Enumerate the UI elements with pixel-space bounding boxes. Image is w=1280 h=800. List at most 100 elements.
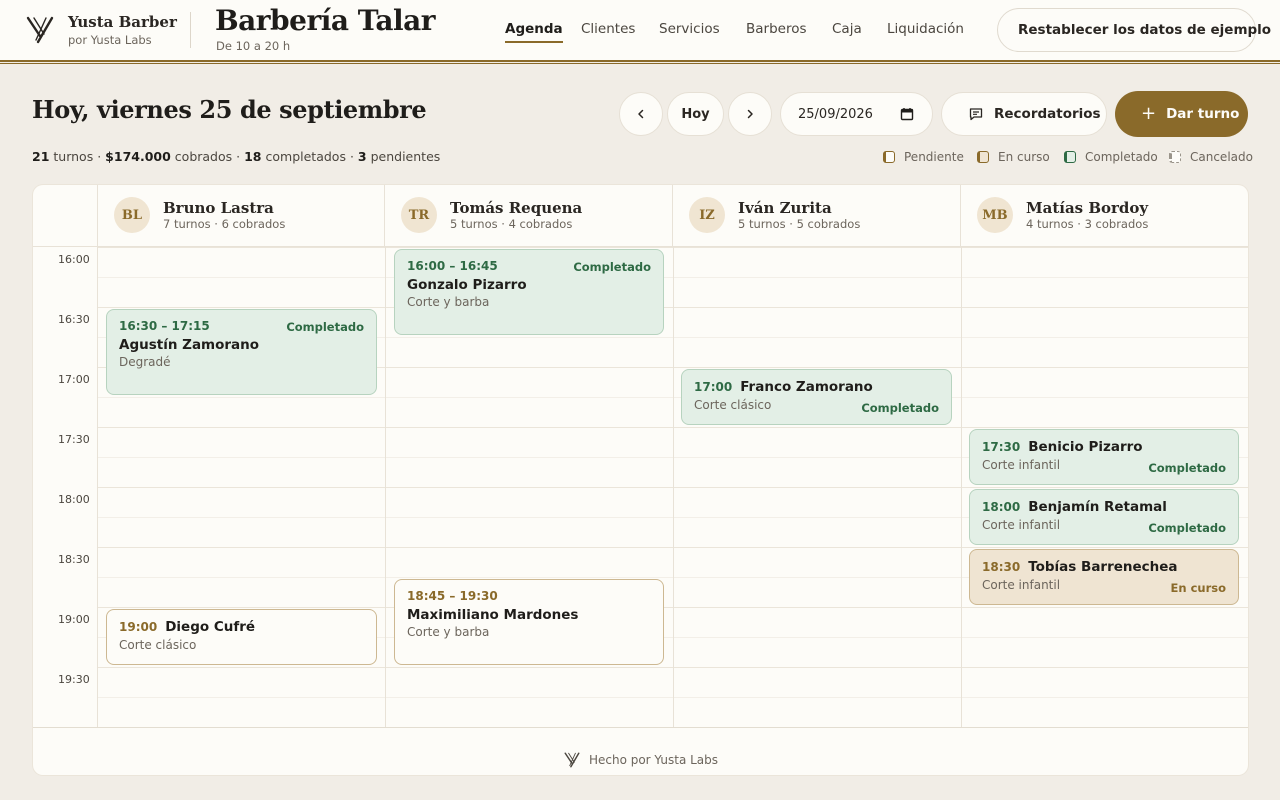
appointment-service: Degradé [119, 355, 171, 369]
appointment-service: Corte y barba [407, 625, 490, 639]
footer: Hecho por Yusta Labs [33, 751, 1248, 769]
legend-label: Completado [1085, 150, 1158, 164]
appointment-status: Completado [573, 260, 651, 274]
barber-stats: 7 turnos · 6 cobrados [163, 217, 286, 231]
summary-cobrados-label: cobrados [174, 149, 233, 164]
top-bar: Yusta Barber por Yusta Labs Barbería Tal… [0, 0, 1280, 60]
nav-agenda[interactable]: Agenda [505, 21, 563, 43]
time-label: 19:30 [58, 673, 90, 686]
time-label: 19:00 [58, 613, 90, 626]
appointment-status: Completado [861, 401, 939, 415]
barber-name: Tomás Requena [450, 199, 583, 217]
legend-swatch-pending [883, 151, 895, 163]
appointment-heading: 18:30 Tobías Barrenechea [982, 559, 1226, 575]
appointment-client: Franco Zamorano [740, 379, 873, 395]
appointment-status: Completado [1148, 461, 1226, 475]
agenda-calendar: BL Bruno Lastra 7 turnos · 6 cobrados TR… [33, 185, 1248, 775]
appointment-heading: 17:30 Benicio Pizarro [982, 439, 1226, 455]
appointment-client: Diego Cufré [165, 619, 256, 635]
barber-stats: 5 turnos · 5 cobrados [738, 217, 861, 231]
barber-name: Iván Zurita [738, 199, 832, 217]
summary-pendientes-label: pendientes [370, 149, 441, 164]
appointment-heading: 17:00 Franco Zamorano [694, 379, 939, 395]
time-label: 17:30 [58, 433, 90, 446]
new-appointment-label: Dar turno [1166, 106, 1240, 122]
column-divider [673, 247, 674, 727]
reminders-label: Recordatorios [994, 106, 1101, 122]
time-gutter-header [33, 185, 98, 247]
legend-label: En curso [998, 150, 1050, 164]
summary-turnos-count: 21 [32, 149, 50, 164]
appointment-card[interactable]: 19:00 Diego Cufré Corte clásico [106, 609, 377, 665]
appointment-heading: 18:00 Benjamín Retamal [982, 499, 1226, 515]
legend-swatch-cancelled [1169, 151, 1181, 163]
barber-column-header[interactable]: TR Tomás Requena 5 turnos · 4 cobrados [385, 185, 673, 247]
barber-avatar: BL [114, 197, 150, 233]
appointment-status: Completado [286, 320, 364, 334]
appointment-card[interactable]: 16:30 – 17:15 Completado Agustín Zamoran… [106, 309, 377, 395]
appointment-card[interactable]: 17:00 Franco Zamorano Corte clásico Comp… [681, 369, 952, 425]
brand-name: Yusta Barber [68, 13, 177, 31]
appointment-client: Maximiliano Mardones [407, 607, 579, 623]
appointment-service: Corte y barba [407, 295, 490, 309]
time-label: 17:00 [58, 373, 90, 386]
message-icon [969, 108, 983, 121]
legend-cancelado: Cancelado [1169, 150, 1253, 164]
appointment-card[interactable]: 16:00 – 16:45 Completado Gonzalo Pizarro… [394, 249, 664, 335]
barber-column-header[interactable]: BL Bruno Lastra 7 turnos · 6 cobrados [98, 185, 385, 247]
appointment-time: 18:45 – 19:30 [407, 589, 498, 603]
barber-stats: 4 turnos · 3 cobrados [1026, 217, 1149, 231]
appointment-card[interactable]: 17:30 Benicio Pizarro Corte infantil Com… [969, 429, 1239, 485]
chevron-left-icon [638, 109, 644, 119]
calendar-icon [900, 108, 914, 121]
appointment-card[interactable]: 18:45 – 19:30 Maximiliano Mardones Corte… [394, 579, 664, 665]
reset-sample-data-button[interactable]: Restablecer los datos de ejemplo [997, 8, 1271, 52]
reminders-button[interactable]: Recordatorios [941, 92, 1107, 136]
appointment-status: Completado [1148, 521, 1226, 535]
time-grid: 16:00 16:30 17:00 17:30 18:00 18:30 19:0… [33, 247, 1248, 727]
time-label: 18:30 [58, 553, 90, 566]
date-input[interactable]: 25/09/2026 [780, 92, 933, 136]
header-rule [0, 60, 1280, 64]
barber-name: Matías Bordoy [1026, 199, 1149, 217]
nav-servicios[interactable]: Servicios [659, 21, 720, 37]
barber-avatar: MB [977, 197, 1013, 233]
summary-separator: · [236, 149, 241, 164]
footer-rule [33, 727, 1248, 728]
nav-barberos[interactable]: Barberos [746, 21, 807, 37]
appointment-client: Agustín Zamorano [119, 337, 260, 353]
barber-avatar: IZ [689, 197, 725, 233]
shop-hours: De 10 a 20 h [216, 39, 291, 53]
appointment-time: 17:30 [982, 440, 1021, 454]
appointment-time: 18:00 [982, 500, 1021, 514]
appointment-client: Tobías Barrenechea [1028, 559, 1178, 575]
appointment-client: Gonzalo Pizarro [407, 277, 527, 293]
legend-completado: Completado [1064, 150, 1158, 164]
legend-en-curso: En curso [977, 150, 1050, 164]
nav-liquidacion[interactable]: Liquidación [887, 21, 964, 37]
nav-caja[interactable]: Caja [832, 21, 862, 37]
footer-text: Hecho por Yusta Labs [588, 753, 719, 767]
appointment-card[interactable]: 18:00 Benjamín Retamal Corte infantil Co… [969, 489, 1239, 545]
next-day-button[interactable] [728, 92, 772, 136]
summary-turnos-label: turnos [53, 149, 94, 164]
barber-column-header[interactable]: IZ Iván Zurita 5 turnos · 5 cobrados [673, 185, 961, 247]
appointment-time: 19:00 [119, 620, 158, 634]
legend-pendiente: Pendiente [883, 150, 964, 164]
previous-day-button[interactable] [619, 92, 663, 136]
barber-column-header[interactable]: MB Matías Bordoy 4 turnos · 3 cobrados [961, 185, 1248, 247]
header-divider [190, 12, 191, 48]
summary-completados-count: 18 [244, 149, 262, 164]
appointment-client: Benicio Pizarro [1028, 439, 1143, 455]
appointment-card[interactable]: 18:30 Tobías Barrenechea Corte infantil … [969, 549, 1239, 605]
new-appointment-button[interactable]: + Dar turno [1115, 91, 1248, 137]
barber-stats: 5 turnos · 4 cobrados [450, 217, 573, 231]
appointment-time: 17:00 [694, 380, 733, 394]
summary-completados-label: completados [265, 149, 346, 164]
legend-swatch-in-progress [977, 151, 989, 163]
page-title: Hoy, viernes 25 de septiembre [32, 95, 427, 124]
nav-clientes[interactable]: Clientes [581, 21, 635, 37]
legend-swatch-completed [1064, 151, 1076, 163]
today-button[interactable]: Hoy [667, 92, 724, 136]
chevron-right-icon [747, 109, 753, 119]
